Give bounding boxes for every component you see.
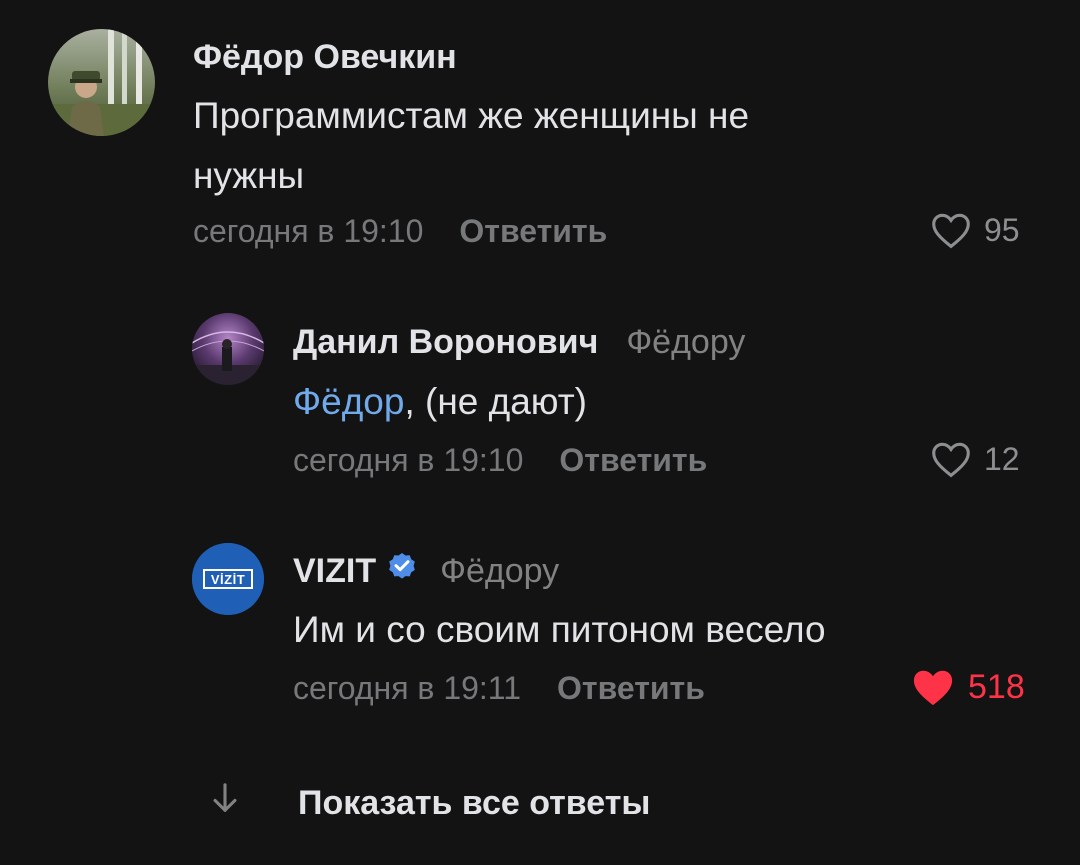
timestamp: сегодня в 19:11 — [293, 670, 522, 706]
reply-to-label[interactable]: Фёдору — [626, 323, 745, 362]
timestamp: сегодня в 19:10 — [193, 213, 424, 249]
like-button[interactable]: 518 — [910, 666, 1025, 708]
author-line: Данил Воронович Фёдору — [293, 323, 745, 362]
author-name[interactable]: Данил Воронович — [293, 323, 598, 362]
verified-icon — [386, 551, 418, 592]
heart-filled-icon — [913, 670, 953, 706]
comment-text: Фёдор, (не дают) — [293, 381, 587, 422]
comment-text: Программистам же женщины не нужны — [193, 95, 750, 196]
heart-outline-icon — [932, 442, 970, 478]
timestamp: сегодня в 19:10 — [293, 442, 524, 478]
heart-outline-icon — [932, 213, 970, 249]
like-button[interactable]: 12 — [930, 440, 1020, 478]
like-button[interactable]: 95 — [930, 211, 1020, 249]
reply-button[interactable]: Ответить — [557, 670, 705, 707]
like-count: 518 — [968, 667, 1025, 706]
comment-text: Им и со своим питоном весело — [293, 609, 826, 650]
reply-to-label[interactable]: Фёдору — [440, 552, 559, 591]
author-name[interactable]: VIZIT — [293, 552, 376, 591]
show-all-label: Показать все ответы — [298, 784, 651, 822]
avatar[interactable] — [192, 313, 264, 385]
author-name[interactable]: Фёдор Овечкин — [193, 38, 457, 77]
avatar[interactable] — [48, 29, 155, 136]
like-count: 12 — [984, 440, 1020, 477]
author-line: VIZIT Фёдору — [293, 551, 559, 592]
comment-meta: сегодня в 19:11 Ответить — [293, 670, 705, 707]
comment-meta: сегодня в 19:10 Ответить — [293, 442, 707, 479]
arrow-down-icon — [210, 782, 240, 825]
reply-button[interactable]: Ответить — [559, 442, 707, 479]
author-line: Фёдор Овечкин — [193, 38, 457, 77]
vizit-logo: VİZİT — [211, 572, 245, 587]
avatar[interactable]: VİZİT — [192, 543, 264, 615]
mention-link[interactable]: Фёдор — [293, 381, 404, 422]
show-all-replies-button[interactable]: Показать все ответы — [210, 782, 650, 825]
reply-button[interactable]: Ответить — [459, 213, 607, 250]
like-count: 95 — [984, 211, 1020, 248]
comment-meta: сегодня в 19:10 Ответить — [193, 213, 607, 250]
